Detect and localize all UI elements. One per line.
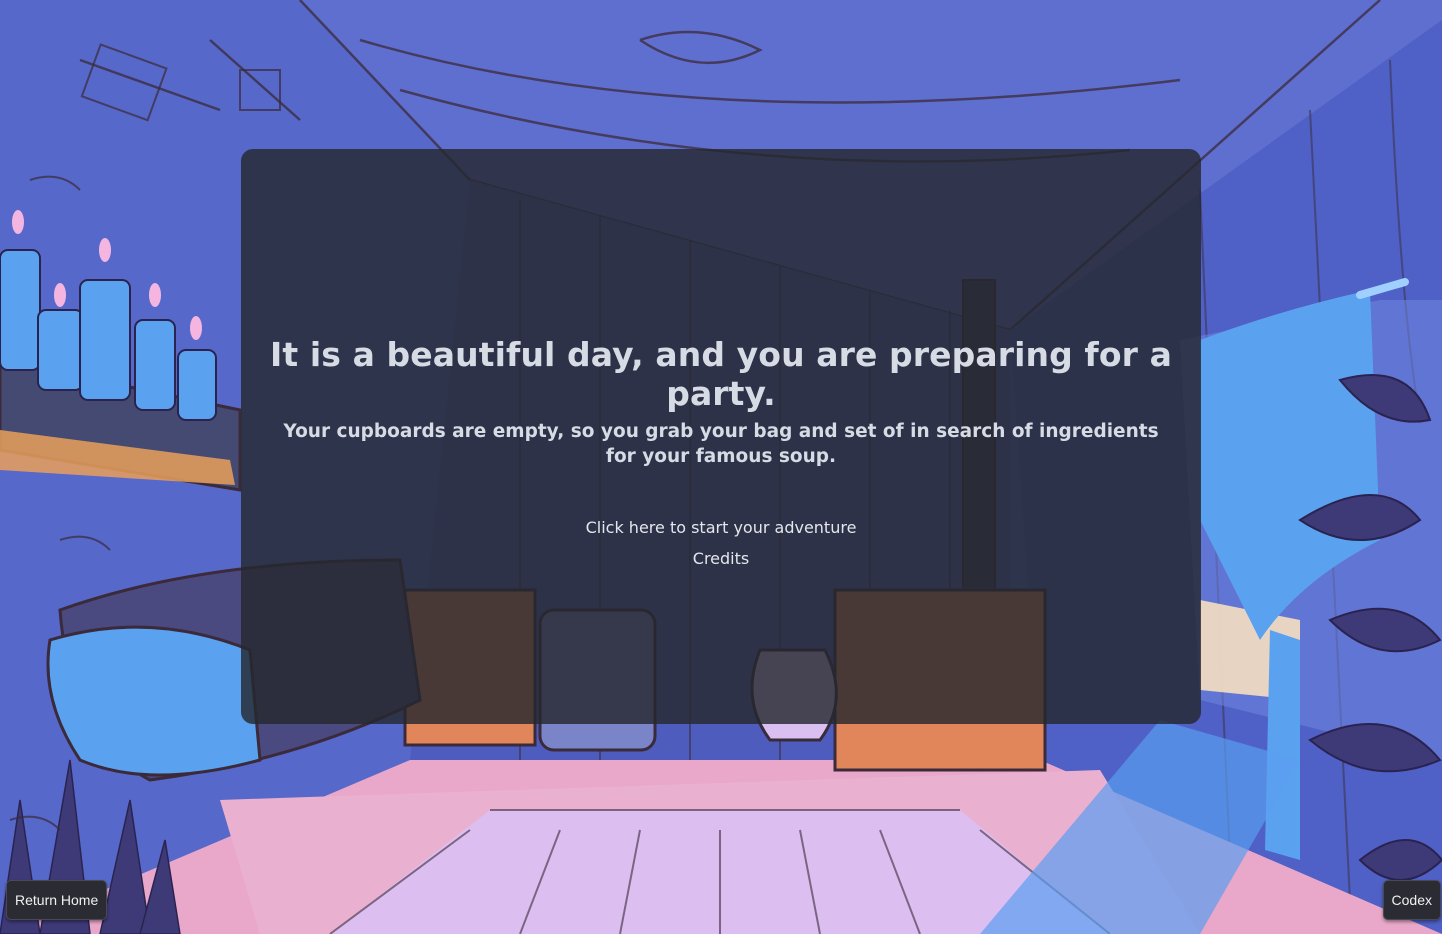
intro-subline: Your cupboards are empty, so you grab yo… <box>283 421 1159 467</box>
return-home-button[interactable]: Return Home <box>6 880 108 920</box>
start-adventure-link[interactable]: Click here to start your adventure <box>241 518 1201 537</box>
credits-link[interactable]: Credits <box>241 549 1201 568</box>
intro-dialog-panel: It is a beautiful day, and you are prepa… <box>241 149 1201 724</box>
codex-button[interactable]: Codex <box>1382 880 1441 920</box>
intro-headline: It is a beautiful day, and you are prepa… <box>270 335 1172 413</box>
game-screen: It is a beautiful day, and you are prepa… <box>0 0 1442 934</box>
